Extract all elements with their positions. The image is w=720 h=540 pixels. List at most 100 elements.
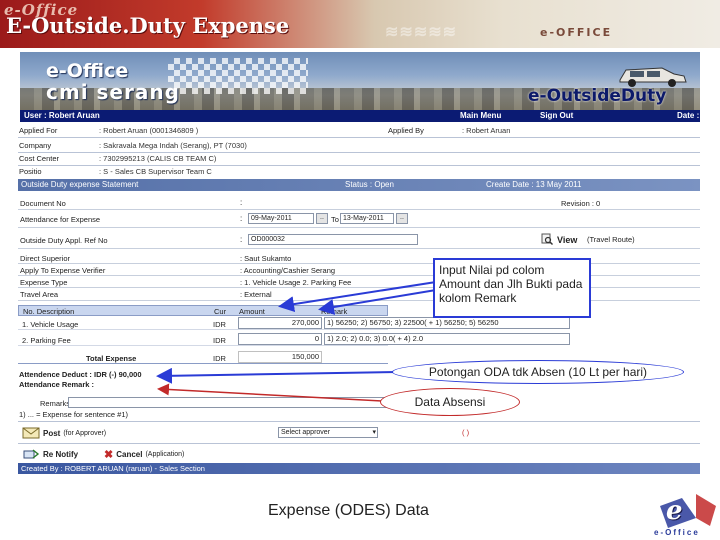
post-label: Post — [43, 428, 61, 438]
magnifier-icon[interactable] — [541, 233, 553, 245]
created-by-bar: Created By : ROBERT ARUAN (raruan) - Sal… — [18, 463, 700, 474]
travel-route-text: (Travel Route) — [587, 235, 635, 244]
corner-logo: e e-Office — [652, 492, 718, 538]
col-amount: Amount — [239, 307, 265, 316]
approver-select[interactable]: Select approver ▾ — [278, 427, 378, 438]
date-to-input[interactable]: 13-May-2011 — [340, 213, 394, 224]
applied-for-value: : Robert Aruan (0001346809 ) — [99, 126, 199, 135]
slide-caption: Expense (ODES) Data — [268, 502, 429, 519]
corner-logo-mark: e — [666, 496, 683, 526]
applied-for-label: Applied For — [19, 126, 58, 135]
attendance-deduct: Attendence Deduct : IDR (-) 90,000 — [19, 370, 142, 379]
info-divider — [18, 137, 700, 138]
position-label: Positio — [19, 167, 42, 176]
info-divider — [18, 152, 700, 153]
attendance-remark-title: Attendance Remark : — [19, 380, 95, 389]
expense-note: 1) ... = Expense for sentence #1) — [19, 410, 129, 419]
total-row: Total Expense IDR — [18, 352, 388, 364]
expense-type-row: Expense Type : 1. Vehicle Usage 2. Parki… — [18, 277, 700, 288]
callout-oda-note: Potongan ODA tdk Absen (10 Lt per hari) — [392, 360, 684, 384]
total-currency: IDR — [213, 354, 226, 363]
row-description: 2. Parking Fee — [22, 336, 71, 345]
date-to-label: To — [331, 215, 339, 224]
amount-input[interactable]: 0 — [238, 333, 322, 345]
document-no-label: Document No — [20, 199, 66, 208]
date-from-picker-button[interactable]: .. — [316, 213, 328, 224]
callout-absensi-note: Data Absensi — [380, 388, 520, 416]
post-note: (for Approver) — [63, 429, 107, 437]
cancel-label: Cancel — [116, 450, 143, 459]
main-menu-link[interactable]: Main Menu — [460, 111, 501, 120]
position-value: : S - Sales CB Supervisor Team C — [99, 167, 212, 176]
cost-center-value: : 7302995213 (CALIS CB TEAM C) — [99, 154, 217, 163]
ref-no-label: Outside Duty Appl. Ref No — [20, 236, 108, 245]
date-to-picker-button[interactable]: .. — [396, 213, 408, 224]
current-user: User : Robert Aruan — [24, 111, 100, 120]
applied-by-label: Applied By — [388, 126, 424, 135]
post-button[interactable]: Post (for Approver) — [22, 427, 106, 439]
document-no-value: : — [240, 198, 243, 207]
cancel-button[interactable]: ✖ Cancel (Application) — [104, 448, 184, 461]
remark-input[interactable]: 1) 56250; 2) 56750; 3) 22500( + 1) 56250… — [324, 317, 570, 329]
cancel-note: (Application) — [145, 451, 185, 458]
create-date-text: Create Date : 13 May 2011 — [486, 180, 582, 189]
view-link[interactable]: View — [557, 235, 577, 245]
corner-logo-text: e-Office — [654, 528, 700, 537]
statement-section-bar: Outside Duty expense Statement Status : … — [18, 179, 700, 191]
slide-title: E-Outside.Duty Expense — [6, 13, 290, 38]
ref-no-colon: : — [240, 235, 243, 244]
approver-select-text: Select approver — [281, 429, 331, 436]
travel-area-row: Travel Area : External — [18, 289, 700, 301]
remark-input[interactable]: 1) 2.0; 2) 0.0; 3) 0.0( + 4) 2.0 — [324, 333, 570, 345]
re-notify-button[interactable]: Re Notify — [22, 448, 78, 460]
ref-no-row: Outside Duty Appl. Ref No : OD000032 Vie… — [18, 231, 700, 249]
arrow-to-deduct — [156, 367, 399, 384]
sign-out-link[interactable]: Sign Out — [540, 111, 573, 120]
cancel-x-icon: ✖ — [104, 449, 114, 461]
company-value: : Sakravala Mega Indah (Serang), PT (703… — [99, 141, 247, 150]
banner-logo-main: e-Office — [46, 60, 129, 82]
app-banner: e-Office cmi serang e-OutsideDuty — [20, 52, 700, 110]
expense-type-label: Expense Type — [20, 278, 68, 287]
cost-center-label: Cost Center — [19, 154, 60, 163]
chevron-down-icon: ▾ — [372, 429, 376, 436]
re-notify-icon — [23, 449, 40, 459]
verifier-row: Apply To Expense Verifier : Accounting/C… — [18, 265, 700, 276]
col-remark: Remark — [321, 307, 348, 316]
banner-ghost-text: ≋≋≋≋≋ — [385, 24, 458, 41]
company-label: Company — [19, 141, 52, 150]
verifier-label: Apply To Expense Verifier — [20, 266, 106, 275]
total-label: Total Expense — [86, 354, 137, 363]
expense-type-value: : 1. Vehicle Usage 2. Parking Fee — [240, 278, 352, 287]
slide-title-bar: e-Office E-Outside.Duty Expense ≋≋≋≋≋ e-… — [0, 0, 720, 48]
brand-logo-right: e-OFFICE — [540, 26, 613, 39]
attendance-colon: : — [240, 214, 243, 223]
superior-row: Direct Superior : Saut Sukamto — [18, 253, 700, 264]
travel-area-value: : External — [240, 290, 272, 299]
user-nav-bar: User : Robert Aruan Main Menu Sign Out D… — [20, 110, 700, 122]
callout-input-note: Input Nilai pd colom Amount dan Jlh Bukt… — [433, 258, 591, 318]
car-icon — [619, 67, 687, 87]
col-description: No. Description — [23, 307, 75, 316]
expense-table-header: No. Description Cur Amount Remark — [18, 305, 388, 316]
date-label: Date : — [677, 111, 700, 120]
row-description: 1. Vehicle Usage — [22, 320, 79, 329]
created-by-text: Created By : ROBERT ARUAN (raruan) - Sal… — [21, 464, 205, 473]
statement-title: Outside Duty expense Statement — [21, 180, 139, 189]
remarks-input[interactable] — [68, 397, 388, 408]
col-currency: Cur — [214, 307, 227, 316]
attendance-row: Attendance for Expense : 09-May-2011 .. … — [18, 210, 700, 228]
info-divider — [18, 165, 700, 166]
revision-label: Revision : 0 — [561, 199, 601, 208]
amount-input[interactable]: 270,000 — [238, 317, 322, 329]
date-from-input[interactable]: 09-May-2011 — [248, 213, 314, 224]
post-envelope-icon — [22, 427, 40, 439]
ref-no-select[interactable]: OD000032 — [248, 234, 418, 245]
verifier-value: : Accounting/Cashier Serang — [240, 266, 336, 275]
total-amount: 150,000 — [238, 351, 322, 363]
actions-divider — [18, 443, 700, 444]
attendance-divider — [18, 421, 700, 422]
attendance-label: Attendance for Expense — [20, 215, 101, 224]
superior-label: Direct Superior — [20, 254, 71, 263]
approver-note: ( ) — [462, 428, 470, 437]
